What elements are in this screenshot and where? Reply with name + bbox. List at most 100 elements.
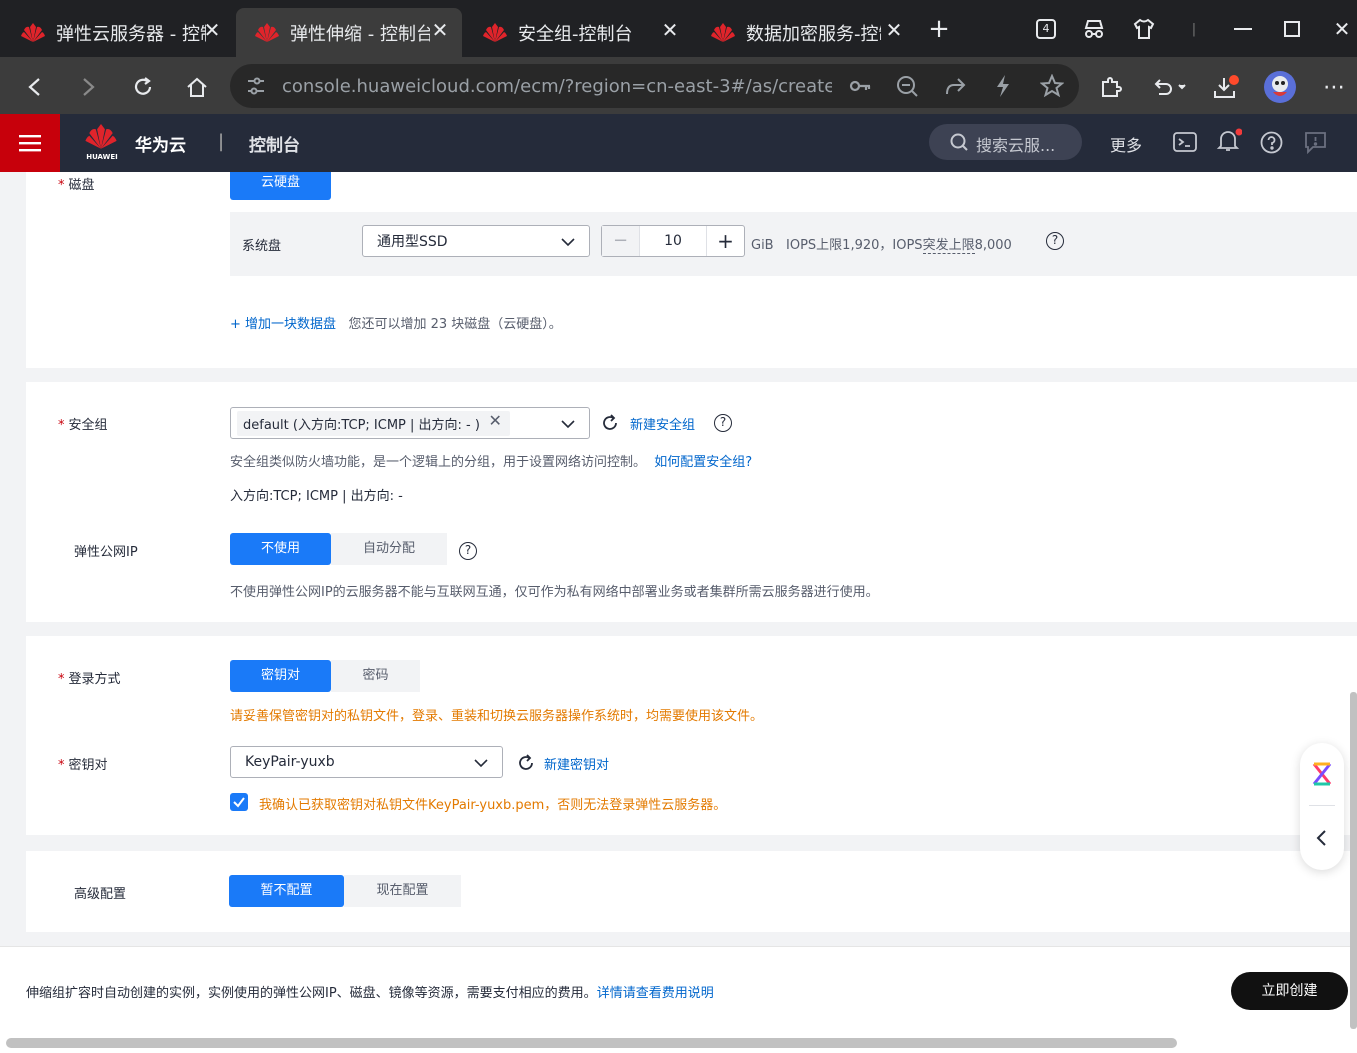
reload-icon[interactable] — [127, 71, 159, 103]
close-icon[interactable]: ✕ — [428, 18, 452, 42]
maximize-icon[interactable] — [1277, 14, 1307, 44]
security-group-select[interactable]: default (入方向:TCP; ICMP | 出方向: - ) ✕ — [230, 407, 590, 439]
decrease-minus-icon[interactable]: − — [602, 226, 640, 256]
disk-label: * 磁盘 — [58, 178, 95, 193]
disk-section: * 磁盘 云硬盘 系统盘 通用型SSD − 10 + GiB IOPS上限1,92… — [26, 172, 1357, 368]
fee-details-link[interactable]: 详情请查看费用说明 — [597, 986, 714, 1001]
zoom-out-icon[interactable] — [896, 75, 918, 101]
system-disk-label: 系统盘 — [242, 239, 282, 254]
keypair-value: KeyPair-yuxb — [245, 754, 335, 770]
key-icon[interactable] — [848, 75, 872, 101]
fee-notice: 伸缩组扩容时自动创建的实例，实例使用的弹性公网IP、磁盘、镜像等资源，需要支付相… — [26, 982, 714, 1001]
huawei-logo-icon[interactable]: HUAWEI — [84, 124, 120, 164]
help-icon[interactable] — [1260, 131, 1283, 158]
add-data-disk-row: + 增加一块数据盘 您还可以增加 23 块磁盘（云硬盘）。 — [230, 313, 562, 332]
huawei-favicon-icon — [710, 22, 736, 44]
incognito-icon[interactable] — [1079, 14, 1109, 44]
advanced-option-skip[interactable]: 暂不配置 — [229, 875, 344, 907]
refresh-icon[interactable] — [517, 754, 535, 776]
download-icon[interactable] — [1210, 71, 1242, 103]
iops-limit: IOPS上限1,920，IOPS — [786, 238, 923, 253]
add-data-disk-link[interactable]: + 增加一块数据盘 — [230, 317, 336, 332]
add-disk-hint: 您还可以增加 23 块磁盘（云硬盘）。 — [348, 317, 562, 332]
login-option-keypair[interactable]: 密钥对 — [230, 660, 331, 692]
disk-iops-info: GiB IOPS上限1,920，IOPS突发上限8,000 — [751, 234, 1012, 254]
more-menu-icon[interactable]: ⋯ — [1318, 71, 1350, 103]
system-disk-type-select[interactable]: 通用型SSD — [362, 225, 590, 257]
brand-name[interactable]: 华为云 — [135, 131, 186, 156]
hamburger-menu-icon[interactable] — [0, 114, 60, 172]
huawei-favicon-icon — [482, 22, 508, 44]
advanced-option-now[interactable]: 现在配置 — [344, 875, 461, 907]
more-link[interactable]: 更多 — [1110, 132, 1142, 156]
notification-bell-icon[interactable] — [1216, 128, 1243, 158]
confirm-keypair-checkbox[interactable] — [230, 793, 248, 811]
home-icon[interactable] — [181, 71, 213, 103]
eip-option-group: 不使用 自动分配 — [230, 533, 447, 565]
disk-type-tab-evs[interactable]: 云硬盘 — [230, 172, 331, 200]
minimize-icon[interactable] — [1228, 14, 1258, 44]
eip-option-auto[interactable]: 自动分配 — [331, 533, 447, 565]
tab-title: 弹性云服务器 - 控制台 — [56, 23, 206, 45]
create-now-button[interactable]: 立即创建 — [1231, 972, 1348, 1010]
refresh-icon[interactable] — [601, 414, 619, 436]
lightning-icon[interactable] — [994, 74, 1012, 102]
undo-history-icon[interactable] — [1150, 71, 1190, 103]
iops-burst-label[interactable]: 突发上限 — [922, 238, 975, 254]
disk-size-stepper[interactable]: − 10 + — [601, 225, 745, 257]
eip-hint: 不使用弹性公网IP的云服务器不能与互联网互通，仅可作为私有网络中部署业务或者集群… — [230, 585, 879, 600]
forward-icon[interactable] — [73, 71, 105, 103]
keypair-label: * 密钥对 — [58, 758, 108, 773]
huawei-favicon-icon — [20, 22, 46, 44]
chevron-down-icon — [561, 417, 575, 433]
assistant-logo-icon[interactable] — [1310, 761, 1334, 791]
header-divider: | — [218, 131, 225, 152]
help-question-icon[interactable]: ? — [459, 542, 477, 560]
system-disk-type-value: 通用型SSD — [377, 234, 448, 250]
login-option-password[interactable]: 密码 — [331, 660, 420, 692]
close-icon[interactable]: ✕ — [200, 18, 224, 42]
tab-title: 数据加密服务-控制台 — [746, 23, 881, 45]
keypair-select[interactable]: KeyPair-yuxb — [230, 746, 503, 778]
help-question-icon[interactable]: ? — [714, 414, 732, 432]
share-icon[interactable] — [944, 75, 966, 101]
browser-tab-dew[interactable]: 数据加密服务-控制台 ✕ — [692, 8, 916, 57]
extensions-puzzle-icon[interactable] — [1096, 71, 1128, 103]
browser-tab-as[interactable]: 弹性伸缩 - 控制台 ✕ — [236, 8, 462, 57]
back-icon[interactable] — [18, 71, 50, 103]
help-question-icon[interactable]: ? — [1046, 232, 1064, 250]
bookmark-star-icon[interactable] — [1039, 73, 1065, 102]
disk-size-value[interactable]: 10 — [640, 226, 706, 256]
close-icon[interactable]: ✕ — [882, 18, 906, 42]
remove-tag-close-icon[interactable]: ✕ — [489, 411, 502, 430]
new-keypair-link[interactable]: 新建密钥对 — [544, 754, 609, 773]
browser-tab-security-group[interactable]: 安全组-控制台 ✕ — [464, 8, 692, 57]
horizontal-scrollbar[interactable] — [6, 1038, 1177, 1048]
window-close-icon[interactable]: ✕ — [1327, 14, 1357, 44]
extensions-shirt-icon[interactable] — [1129, 14, 1159, 44]
vertical-scrollbar[interactable] — [1350, 692, 1357, 1029]
network-section: * 安全组 default (入方向:TCP; ICMP | 出方向: - ) ✕… — [26, 382, 1357, 622]
new-security-group-link[interactable]: 新建安全组 — [630, 414, 695, 433]
tab-counter-icon[interactable]: 4 — [1031, 14, 1061, 44]
tab-title: 弹性伸缩 - 控制台 — [290, 23, 430, 45]
how-to-configure-link[interactable]: 如何配置安全组? — [654, 455, 752, 470]
browser-tab-ecs[interactable]: 弹性云服务器 - 控制台 ✕ — [2, 8, 234, 57]
cloud-shell-icon[interactable] — [1173, 131, 1197, 157]
huawei-favicon-icon — [254, 22, 280, 44]
collapse-chevron-left-icon[interactable] — [1315, 829, 1327, 851]
increase-plus-icon[interactable]: + — [706, 226, 744, 256]
advanced-config-label: 高级配置 — [74, 887, 127, 902]
new-tab-plus-icon[interactable]: + — [924, 14, 954, 44]
site-settings-icon[interactable] — [246, 77, 266, 99]
eip-option-none[interactable]: 不使用 — [230, 533, 331, 565]
disk-unit: GiB — [751, 238, 774, 253]
search-input[interactable]: 搜索云服... — [929, 124, 1082, 160]
address-bar[interactable]: console.huaweicloud.com/ecm/?region=cn-e… — [230, 64, 1079, 108]
feedback-icon[interactable] — [1304, 131, 1327, 158]
confirm-keypair-text[interactable]: 我确认已获取密钥对私钥文件KeyPair-yuxb.pem，否则无法登录弹性云服… — [259, 794, 726, 813]
console-header: HUAWEI 华为云 | 控制台 搜索云服... 更多 — [0, 114, 1357, 172]
profile-avatar[interactable] — [1262, 69, 1298, 105]
close-icon[interactable]: ✕ — [658, 18, 682, 42]
console-link[interactable]: 控制台 — [249, 131, 300, 156]
